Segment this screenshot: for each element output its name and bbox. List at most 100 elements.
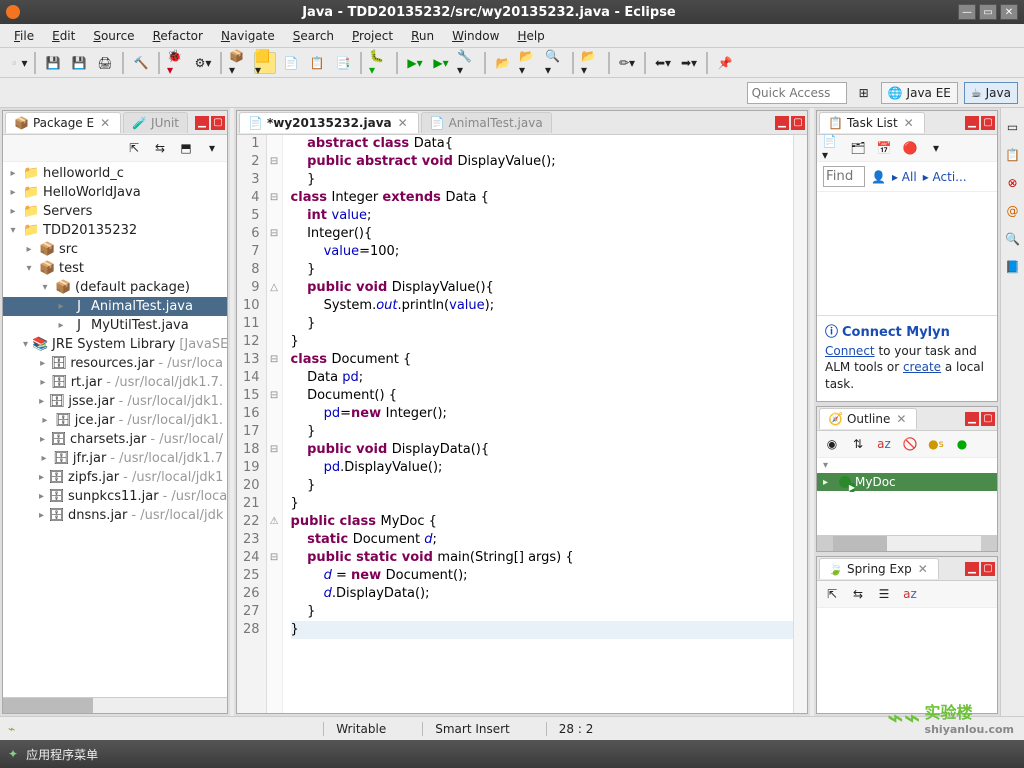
debug-last-button[interactable]: 🐛▾	[368, 52, 390, 74]
tree-item[interactable]: 🗄charsets.jar - /usr/local/	[3, 430, 227, 449]
h-scrollbar[interactable]	[3, 697, 227, 713]
mylyn-connect-link[interactable]: Connect	[825, 344, 875, 358]
outline-item[interactable]	[817, 458, 997, 473]
code-editor[interactable]: 1234567891011121314151617181920212223242…	[237, 135, 807, 713]
minimize-view-button[interactable]: ▁	[965, 412, 979, 426]
menu-run[interactable]: Run	[403, 26, 442, 46]
hide-static-button[interactable]: ●s	[925, 433, 947, 455]
tree-item[interactable]: 🗄zipfs.jar - /usr/local/jdk1	[3, 468, 227, 487]
tree-item[interactable]: 🗄jce.jar - /usr/local/jdk1.	[3, 411, 227, 430]
mylyn-create-link[interactable]: create	[903, 360, 941, 374]
new-package-button[interactable]: 📦▾	[228, 52, 250, 74]
hide-fields-button[interactable]: 🚫	[899, 433, 921, 455]
tree-item[interactable]: 🗄sunpkcs11.jar - /usr/loca	[3, 487, 227, 506]
fastview-search-icon[interactable]: 🔍	[1002, 228, 1024, 250]
coverage-button[interactable]: ▶▾	[430, 52, 452, 74]
close-icon[interactable]: ✕	[894, 412, 908, 426]
maximize-button[interactable]: ▭	[979, 4, 997, 20]
spring-explorer-tab[interactable]: 🍃 Spring Exp ✕	[819, 558, 939, 579]
minimize-editor-button[interactable]: ▁	[775, 116, 789, 130]
hide-nonpublic-button[interactable]: ●	[951, 433, 973, 455]
back-button[interactable]: ⬅▾	[652, 52, 674, 74]
focus-button[interactable]: 🔴	[899, 137, 921, 159]
outline-item-mydoc[interactable]: ▶ MyDoc	[817, 473, 997, 491]
collapse-button[interactable]: ⇱	[821, 583, 843, 605]
new-project-button[interactable]: 📂▾	[518, 52, 540, 74]
perspective-java[interactable]: ☕ Java	[964, 82, 1018, 104]
tree-item[interactable]: 🗄dnsns.jar - /usr/local/jdk	[3, 506, 227, 525]
collapse-all-button[interactable]: ⇱	[123, 137, 145, 159]
run-last-button[interactable]: 🔧▾	[456, 52, 478, 74]
filter-button[interactable]: ☰	[873, 583, 895, 605]
debug-button[interactable]: 🐞▾	[166, 52, 188, 74]
new-task-button[interactable]: 📄▾	[821, 137, 843, 159]
menu-source[interactable]: Source	[85, 26, 142, 46]
link-button[interactable]: ⇆	[847, 583, 869, 605]
sort-button[interactable]: az	[899, 583, 921, 605]
maximize-view-button[interactable]: ▢	[981, 412, 995, 426]
close-icon[interactable]: ✕	[916, 562, 930, 576]
open-perspective-button[interactable]: ⊞	[853, 82, 875, 104]
tree-item[interactable]: JMyUtilTest.java	[3, 316, 227, 335]
menu-file[interactable]: File	[6, 26, 42, 46]
save-button[interactable]: 💾	[42, 52, 64, 74]
search-button[interactable]: 🔍▾	[544, 52, 566, 74]
focus-task-button[interactable]: ⬒	[175, 137, 197, 159]
new-type-button[interactable]: 📄	[280, 52, 302, 74]
task-find-input[interactable]	[823, 166, 865, 187]
menu-project[interactable]: Project	[344, 26, 401, 46]
new-button[interactable]: ▫️▾	[6, 52, 28, 74]
new-class-button[interactable]: 🟨▾	[254, 52, 276, 74]
tree-item[interactable]: 📚JRE System Library[JavaSE	[3, 335, 227, 354]
editor-tab-animaltest[interactable]: 📄 AnimalTest.java	[421, 112, 552, 133]
tree-item[interactable]: JAnimalTest.java	[3, 297, 227, 316]
save-all-button[interactable]: 💾	[68, 52, 90, 74]
close-button[interactable]: ✕	[1000, 4, 1018, 20]
close-icon[interactable]: ✕	[98, 116, 112, 130]
minimize-view-button[interactable]: ▁	[195, 116, 209, 130]
apps-menu-icon[interactable]: ✦	[8, 747, 18, 761]
menu-navigate[interactable]: Navigate	[213, 26, 283, 46]
maximize-editor-button[interactable]: ▢	[791, 116, 805, 130]
view-menu-button[interactable]: ▾	[201, 137, 223, 159]
perspective-javaee[interactable]: 🌐 Java EE	[881, 82, 958, 104]
fastview-clip-icon[interactable]: 📘	[1002, 256, 1024, 278]
h-scrollbar[interactable]	[817, 535, 997, 551]
junit-tab[interactable]: 🧪 JUnit	[123, 112, 188, 133]
maximize-view-button[interactable]: ▢	[211, 116, 225, 130]
tree-item[interactable]: 🗄jsse.jar - /usr/local/jdk1.	[3, 392, 227, 411]
minimize-view-button[interactable]: ▁	[965, 562, 979, 576]
task-filter-activate[interactable]: Acti...	[933, 170, 967, 184]
categorize-button[interactable]: 🗂	[847, 137, 869, 159]
schedule-button[interactable]: 📅	[873, 137, 895, 159]
forward-button[interactable]: ➡▾	[678, 52, 700, 74]
tree-item[interactable]: 📁TDD20135232	[3, 221, 227, 240]
menu-refactor[interactable]: Refactor	[145, 26, 211, 46]
editor-tab-active[interactable]: 📄 *wy20135232.java ✕	[239, 112, 419, 133]
minimize-button[interactable]: —	[958, 4, 976, 20]
focus-outline-button[interactable]: ◉	[821, 433, 843, 455]
tree-item[interactable]: 🗄resources.jar - /usr/loca	[3, 354, 227, 373]
print-button[interactable]: 🖨	[94, 52, 116, 74]
run-button[interactable]: ▶▾	[404, 52, 426, 74]
menu-help[interactable]: Help	[509, 26, 552, 46]
annotate-button[interactable]: ✏▾	[616, 52, 638, 74]
apps-menu-label[interactable]: 应用程序菜单	[26, 746, 98, 763]
link-editor-button[interactable]: ⇆	[149, 137, 171, 159]
tree-item[interactable]: 🗄jfr.jar - /usr/local/jdk1.7	[3, 449, 227, 468]
run-external-button[interactable]: ⚙▾	[192, 52, 214, 74]
task-list-tab[interactable]: 📋 Task List ✕	[819, 112, 925, 133]
tree-item[interactable]: 📦test	[3, 259, 227, 278]
open-type-button[interactable]: 📋	[306, 52, 328, 74]
open-task-button[interactable]: 📂▾	[580, 52, 602, 74]
tree-item[interactable]: 🗄rt.jar - /usr/local/jdk1.7.	[3, 373, 227, 392]
menu-window[interactable]: Window	[444, 26, 507, 46]
tree-item[interactable]: 📁HelloWorldJava	[3, 183, 227, 202]
tree-item[interactable]: 📦(default package)	[3, 278, 227, 297]
maximize-view-button[interactable]: ▢	[981, 562, 995, 576]
close-icon[interactable]: ✕	[902, 116, 916, 130]
minimize-view-button[interactable]: ▁	[965, 116, 979, 130]
tree-item[interactable]: 📁Servers	[3, 202, 227, 221]
fastview-restore-button[interactable]: ▭	[1002, 116, 1024, 138]
new-java-project-button[interactable]: 📂	[492, 52, 514, 74]
